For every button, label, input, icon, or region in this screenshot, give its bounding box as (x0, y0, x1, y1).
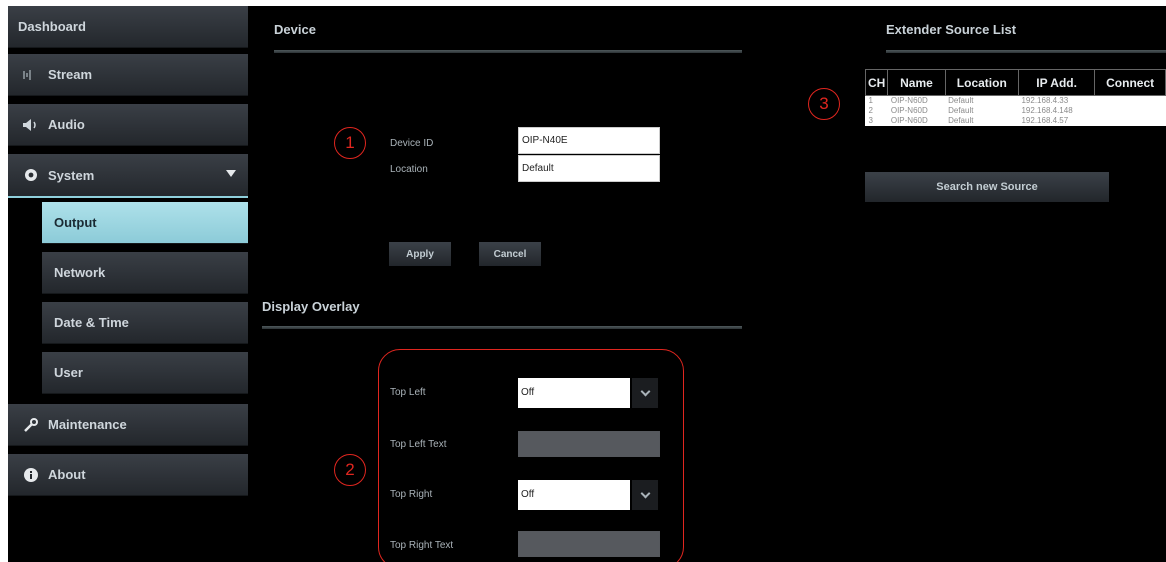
table-row[interactable]: 1 OIP-N60D Default 192.168.4.33 (866, 96, 1166, 106)
cell-ch: 3 (868, 116, 873, 125)
search-new-source-button[interactable]: Search new Source (865, 172, 1109, 202)
sidebar-item-dashboard[interactable]: Dashboard (8, 6, 248, 48)
sidebar-item-label: Audio (48, 117, 85, 132)
section-divider (262, 326, 742, 329)
location-label: Location (390, 164, 428, 175)
location-input[interactable] (518, 155, 660, 182)
sidebar-item-label: Stream (48, 67, 93, 82)
cell-connect[interactable] (1095, 106, 1166, 116)
sidebar-item-label: Output (54, 215, 97, 230)
gear-icon (18, 167, 44, 183)
device-id-label: Device ID (390, 138, 434, 149)
column-header-ch: CH (864, 69, 889, 96)
cell-name: OIP-N60D (890, 116, 928, 125)
column-header-ip: IP Add. (1017, 69, 1096, 96)
info-icon (18, 467, 44, 483)
cell-ip: 192.168.4.57 (1021, 116, 1069, 125)
sidebar-item-network[interactable]: Network (42, 252, 248, 294)
sidebar-item-system[interactable]: System (8, 154, 248, 198)
cell-location: Default (948, 116, 974, 125)
sidebar-item-label: System (48, 167, 95, 183)
sidebar-item-date-time[interactable]: Date & Time (42, 302, 248, 344)
cancel-button[interactable]: Cancel (479, 242, 541, 266)
section-divider (886, 50, 1166, 53)
column-header-connect: Connect (1094, 69, 1166, 96)
sidebar-item-label: Date & Time (54, 315, 129, 330)
column-header-location: Location (944, 69, 1019, 96)
device-section-title: Device (274, 22, 316, 37)
section-divider (274, 50, 742, 53)
sidebar-item-maintenance[interactable]: Maintenance (8, 404, 248, 446)
column-header-name: Name (887, 69, 946, 96)
sidebar-item-output[interactable]: Output (42, 202, 248, 244)
callout-badge: 2 (334, 454, 366, 486)
cell-ch: 2 (868, 106, 873, 115)
cell-connect[interactable] (1095, 116, 1166, 126)
extender-title: Extender Source List (886, 22, 1017, 37)
table-row[interactable]: 3 OIP-N60D Default 192.168.4.57 (866, 116, 1166, 126)
stream-icon (18, 69, 44, 81)
highlight-box (378, 349, 684, 562)
sidebar-item-label: Network (54, 265, 106, 280)
cell-ch: 1 (868, 96, 873, 106)
cell-ip: 192.168.4.33 (1021, 96, 1069, 106)
sidebar-item-about[interactable]: About (8, 454, 248, 496)
sidebar-item-audio[interactable]: Audio (8, 104, 248, 146)
callout-badge: 3 (808, 88, 840, 120)
cell-connect[interactable] (1095, 96, 1166, 106)
extender-source-table: CH Name Location IP Add. Connect 1 OIP-N… (864, 69, 1166, 126)
table-row[interactable]: 2 OIP-N60D Default 192.168.4.148 (866, 106, 1166, 116)
cell-location: Default (948, 106, 974, 115)
display-overlay-title: Display Overlay (262, 299, 360, 314)
device-id-input[interactable] (518, 127, 660, 154)
cell-name: OIP-N60D (890, 106, 928, 115)
cell-location: Default (948, 96, 974, 106)
wrench-icon (18, 417, 44, 433)
table-header-row: CH Name Location IP Add. Connect (864, 69, 1166, 96)
sidebar-item-label: User (54, 365, 83, 380)
sidebar-item-user[interactable]: User (42, 352, 248, 394)
apply-button[interactable]: Apply (389, 242, 451, 266)
sidebar-item-label: About (48, 467, 86, 482)
cell-name: OIP-N60D (890, 96, 928, 106)
speaker-icon (18, 118, 44, 132)
cell-ip: 192.168.4.148 (1021, 106, 1073, 115)
sidebar-item-label: Maintenance (48, 417, 127, 432)
sidebar-item-label: Dashboard (18, 19, 86, 34)
callout-badge: 1 (334, 127, 366, 159)
chevron-down-icon (226, 170, 236, 177)
app-window: Dashboard Stream Audio System Output Net… (8, 6, 1166, 562)
sidebar-item-stream[interactable]: Stream (8, 54, 248, 96)
